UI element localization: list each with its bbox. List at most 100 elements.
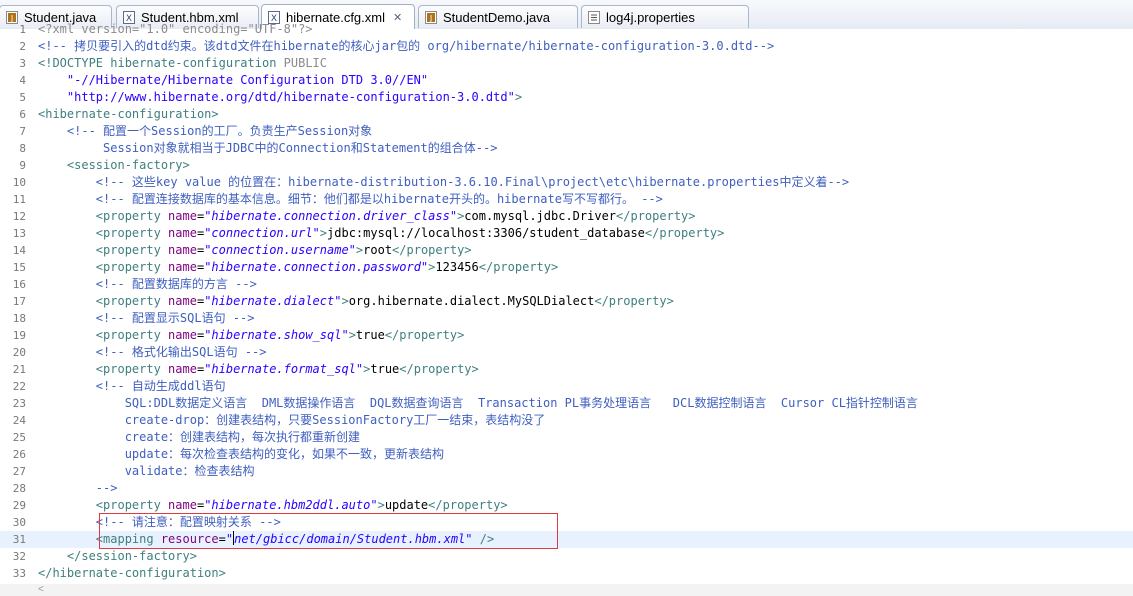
code-text: <!DOCTYPE hibernate-configuration PUBLIC — [38, 55, 327, 72]
code-text: <property name="hibernate.hbm2ddl.auto">… — [38, 497, 508, 514]
code-token: name — [168, 209, 197, 223]
code-text: <!-- 配置显示SQL语句 --> — [38, 310, 255, 327]
code-token: > — [341, 294, 349, 308]
code-text: validate：检查表结构 — [38, 463, 255, 480]
code-line[interactable]: 13 <property name="connection.url">jdbc:… — [0, 225, 1133, 242]
code-line[interactable]: 8 Session对象就相当于JDBC中的Connection和Statemen… — [0, 140, 1133, 157]
line-number: 31 — [12, 533, 26, 546]
code-line[interactable]: 22 <!-- 自动生成ddl语句 — [0, 378, 1133, 395]
code-text: update：每次检查表结构的变化，如果不一致，更新表结构 — [38, 446, 444, 463]
scroll-left-icon[interactable]: < — [38, 584, 44, 596]
code-token: create：创建表结构，每次执行都重新创建 — [38, 430, 361, 444]
line-number: 28 — [12, 482, 26, 495]
code-token: "connection.username" — [204, 243, 356, 257]
line-number: 15 — [12, 261, 26, 274]
code-token: <!-- 配置一个Session的工厂。负责生产Session对象 — [38, 124, 373, 138]
code-token: </property> — [594, 294, 674, 308]
code-text: <!-- 拷贝要引入的dtd约束。该dtd文件在hibernate的核心jar包… — [38, 38, 774, 55]
code-text: --> — [38, 480, 118, 497]
code-line[interactable]: 16 <!-- 配置数据库的方言 --> — [0, 276, 1133, 293]
code-token: update：每次检查表结构的变化，如果不一致，更新表结构 — [38, 447, 445, 461]
code-token: </property> — [392, 243, 472, 257]
code-token: name — [168, 260, 197, 274]
code-text: "-//Hibernate/Hibernate Configuration DT… — [38, 72, 428, 89]
line-number: 1 — [19, 23, 26, 36]
line-number: 9 — [19, 159, 26, 172]
code-text: create-drop：创建表结构，只要SessionFactory工厂一结束，… — [38, 412, 546, 429]
code-editor[interactable]: 1 <?xml version="1.0" encoding="UTF-8"?> 2… — [0, 22, 1133, 596]
code-token: name — [168, 498, 197, 512]
line-number: 23 — [12, 397, 26, 410]
code-line[interactable]: 5 "http://www.hibernate.org/dtd/hibernat… — [0, 89, 1133, 106]
code-line[interactable]: 26 update：每次检查表结构的变化，如果不一致，更新表结构 — [0, 446, 1133, 463]
code-line[interactable]: 33 </hibernate-configuration> — [0, 565, 1133, 582]
code-line[interactable]: 24 create-drop：创建表结构，只要SessionFactory工厂一… — [0, 412, 1133, 429]
code-line[interactable]: 23 SQL:DDL数据定义语言 DML数据操作语言 DQL数据查询语言 Tra… — [0, 395, 1133, 412]
code-token: --> — [38, 481, 118, 495]
code-text: create：创建表结构，每次执行都重新创建 — [38, 429, 360, 446]
code-text: <property name="hibernate.connection.dri… — [38, 208, 696, 225]
code-line[interactable]: 29 <property name="hibernate.hbm2ddl.aut… — [0, 497, 1133, 514]
code-line[interactable]: 27 validate：检查表结构 — [0, 463, 1133, 480]
line-number: 24 — [12, 414, 26, 427]
code-token: </property> — [384, 328, 465, 342]
code-token: <property — [38, 294, 169, 308]
code-token: <!-- 自动生成ddl语句 — [38, 379, 226, 393]
highlight-box — [99, 513, 558, 549]
code-line[interactable]: 20 <!-- 格式化输出SQL语句 --> — [0, 344, 1133, 361]
code-token: name — [168, 362, 197, 376]
code-token: </hibernate-configuration> — [38, 566, 226, 580]
code-token: Session对象就相当于JDBC中的Connection和Statement的… — [38, 141, 498, 155]
code-token: update — [384, 498, 429, 512]
code-token: "hibernate.connection.driver_class" — [204, 209, 458, 223]
code-token: </property> — [644, 226, 725, 240]
code-line[interactable]: 28 --> — [0, 480, 1133, 497]
code-token: <!-- 这些key value 的位置在：hibernate-distribu… — [38, 175, 850, 189]
code-line[interactable]: 32 </session-factory> — [0, 548, 1133, 565]
code-line[interactable]: 21 <property name="hibernate.format_sql"… — [0, 361, 1133, 378]
code-token: <?xml version="1.0" encoding="UTF-8"?> — [38, 22, 313, 36]
line-number: 7 — [19, 125, 26, 138]
code-text: <property name="hibernate.dialect">org.h… — [38, 293, 674, 310]
code-line[interactable]: 2 <!-- 拷贝要引入的dtd约束。该dtd文件在hibernate的核心jar… — [0, 38, 1133, 55]
code-line[interactable]: 14 <property name="connection.username">… — [0, 242, 1133, 259]
code-line[interactable]: 10 <!-- 这些key value 的位置在：hibernate-distr… — [0, 174, 1133, 191]
code-line[interactable]: 17 <property name="hibernate.dialect">or… — [0, 293, 1133, 310]
line-number: 17 — [12, 295, 26, 308]
line-number: 32 — [12, 550, 26, 563]
code-token: </property> — [616, 209, 696, 223]
line-number: 4 — [19, 74, 26, 87]
code-text: <session-factory> — [38, 157, 190, 174]
code-token: <property — [38, 209, 169, 223]
code-token: "hibernate.format_sql" — [204, 362, 364, 376]
code-text: <!-- 配置连接数据库的基本信息。细节：他们都是以hibernate开头的。h… — [38, 191, 663, 208]
code-line[interactable]: 1 <?xml version="1.0" encoding="UTF-8"?> — [0, 21, 1133, 38]
code-token: name — [168, 226, 197, 240]
code-line[interactable]: 4 "-//Hibernate/Hibernate Configuration … — [0, 72, 1133, 89]
code-line[interactable]: 9 <session-factory> — [0, 157, 1133, 174]
code-line[interactable]: 11 <!-- 配置连接数据库的基本信息。细节：他们都是以hibernate开头… — [0, 191, 1133, 208]
code-text: <!-- 配置一个Session的工厂。负责生产Session对象 — [38, 123, 372, 140]
code-token: SQL:DDL数据定义语言 DML数据操作语言 DQL数据查询语言 Transa… — [38, 396, 918, 410]
code-line[interactable]: 15 <property name="hibernate.connection.… — [0, 259, 1133, 276]
code-line[interactable]: 3 <!DOCTYPE hibernate-configuration PUBLI… — [0, 55, 1133, 72]
code-text: <!-- 配置数据库的方言 --> — [38, 276, 257, 293]
code-text: <?xml version="1.0" encoding="UTF-8"?> — [38, 21, 313, 38]
code-token: "-//Hibernate/Hibernate Configuration DT… — [38, 73, 429, 87]
code-token: "http://www.hibernate.org/dtd/hibernate-… — [38, 90, 515, 104]
horizontal-scrollbar[interactable]: < — [0, 584, 1133, 596]
code-token: <!-- 配置连接数据库的基本信息。细节：他们都是以hibernate开头的。h… — [38, 192, 663, 206]
line-number: 27 — [12, 465, 26, 478]
code-token: <property — [38, 362, 169, 376]
code-line[interactable]: 12 <property name="hibernate.connection.… — [0, 208, 1133, 225]
code-line[interactable]: 19 <property name="hibernate.show_sql">t… — [0, 327, 1133, 344]
code-line[interactable]: 18 <!-- 配置显示SQL语句 --> — [0, 310, 1133, 327]
code-line[interactable]: 6 <hibernate-configuration> — [0, 106, 1133, 123]
line-number: 13 — [12, 227, 26, 240]
code-token: <session-factory> — [38, 158, 190, 172]
code-line[interactable]: 25 create：创建表结构，每次执行都重新创建 — [0, 429, 1133, 446]
code-line[interactable]: 7 <!-- 配置一个Session的工厂。负责生产Session对象 — [0, 123, 1133, 140]
code-text: <hibernate-configuration> — [38, 106, 219, 123]
code-token: "hibernate.show_sql" — [204, 328, 349, 342]
code-token: </property> — [399, 362, 479, 376]
